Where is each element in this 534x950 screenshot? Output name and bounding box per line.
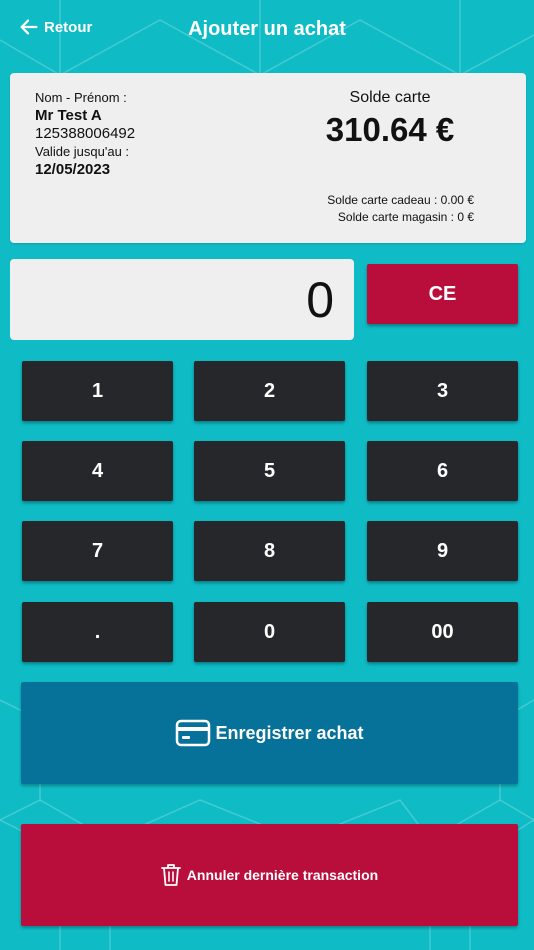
sub-balances: Solde carte cadeau : 0.00 € Solde carte … bbox=[327, 192, 474, 226]
balance-label: Solde carte bbox=[349, 89, 431, 106]
balance-value: 310.64 € bbox=[325, 111, 455, 148]
key-8[interactable]: 8 bbox=[194, 521, 345, 581]
key-6[interactable]: 6 bbox=[367, 441, 518, 501]
clear-button[interactable]: CE bbox=[367, 264, 518, 324]
key-5[interactable]: 5 bbox=[194, 441, 345, 501]
cancel-last-transaction-button[interactable]: Annuler dernière transaction bbox=[21, 824, 518, 926]
valid-value: 12/05/2023 bbox=[35, 161, 111, 178]
key-00[interactable]: 00 bbox=[367, 602, 518, 662]
cancel-last-transaction-label: Annuler dernière transaction bbox=[186, 867, 379, 883]
back-label: Retour bbox=[44, 18, 93, 36]
store-card-balance: Solde carte magasin : 0 € bbox=[337, 210, 474, 224]
key-2[interactable]: 2 bbox=[194, 361, 345, 421]
balance-block: Solde carte 310.64 € bbox=[310, 89, 470, 149]
trash-icon bbox=[160, 864, 181, 886]
save-purchase-label: Enregistrer achat bbox=[215, 722, 364, 743]
back-button[interactable]: Retour bbox=[18, 16, 92, 38]
key-4[interactable]: 4 bbox=[22, 441, 173, 501]
page-title: Ajouter un achat bbox=[188, 17, 346, 40]
amount-display: 0 bbox=[10, 259, 354, 340]
credit-card-icon bbox=[176, 719, 211, 747]
key-3[interactable]: 3 bbox=[367, 361, 518, 421]
name-label: Nom - Prénom : bbox=[35, 90, 127, 105]
key-decimal[interactable]: . bbox=[22, 602, 173, 662]
member-card-panel: Nom - Prénom : Mr Test A 125388006492 Va… bbox=[10, 73, 526, 243]
header: Retour Ajouter un achat bbox=[0, 0, 534, 58]
valid-label: Valide jusqu'au : bbox=[35, 144, 130, 159]
arrow-left-icon bbox=[20, 19, 38, 35]
key-7[interactable]: 7 bbox=[22, 521, 173, 581]
gift-card-balance: Solde carte cadeau : 0.00 € bbox=[327, 193, 474, 207]
member-info: Nom - Prénom : Mr Test A 125388006492 Va… bbox=[35, 89, 135, 179]
key-9[interactable]: 9 bbox=[367, 521, 518, 581]
card-number: 125388006492 bbox=[35, 125, 136, 142]
key-1[interactable]: 1 bbox=[22, 361, 173, 421]
name-value: Mr Test A bbox=[35, 107, 102, 124]
key-0[interactable]: 0 bbox=[194, 602, 345, 662]
save-purchase-button[interactable]: Enregistrer achat bbox=[21, 682, 518, 784]
